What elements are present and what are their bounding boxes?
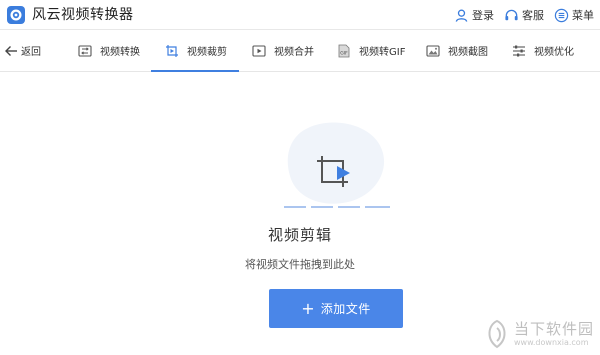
tab-video-crop[interactable]: 视频裁剪: [151, 30, 239, 72]
watermark-logo-icon: [488, 319, 506, 349]
dropzone-title: 视频剪辑: [267, 226, 332, 244]
app-title: 风云视频转换器: [32, 7, 134, 23]
add-file-button[interactable]: + 添加文件: [269, 289, 403, 328]
video-merge-icon: [252, 44, 266, 57]
tab-label: 视频转换: [100, 47, 140, 58]
tab-label: 视频转GIF: [359, 47, 406, 58]
tab-label: 视频优化: [534, 47, 574, 58]
app-logo-icon: [7, 6, 25, 24]
nav-toolbar: 返回 视频转换 视频裁剪 视频合并 GIF 视频转GIF 视频截图 视频优化: [0, 30, 600, 72]
add-file-label: 添加文件: [320, 302, 371, 316]
crop-illustration-icon: [284, 122, 390, 208]
tab-label: 视频合并: [274, 47, 314, 58]
tab-video-screenshot[interactable]: 视频截图: [426, 30, 488, 71]
back-label: 返回: [21, 47, 41, 58]
tab-video-convert[interactable]: 视频转换: [78, 30, 140, 71]
video-crop-icon: [166, 44, 178, 57]
gif-icon: GIF: [338, 44, 350, 57]
svg-text:GIF: GIF: [340, 50, 348, 56]
tab-label: 视频裁剪: [187, 47, 227, 58]
menu-button[interactable]: 菜单: [554, 8, 594, 23]
watermark-text: 当下软件园: [513, 320, 594, 338]
tab-video-merge[interactable]: 视频合并: [252, 30, 314, 71]
watermark-url: www.downxia.com: [513, 338, 589, 347]
titlebar-actions: 登录 客服 菜单: [444, 6, 594, 24]
menu-icon: [554, 8, 569, 22]
arrow-left-icon: [5, 45, 17, 56]
tab-video-optimize[interactable]: 视频优化: [512, 30, 574, 71]
plus-icon: +: [301, 298, 315, 318]
tab-label: 视频截图: [448, 47, 488, 58]
login-label: 登录: [472, 8, 494, 22]
dropzone-hint: 将视频文件拖拽到此处: [245, 258, 355, 271]
title-bar: 风云视频转换器 登录 客服 菜单: [0, 0, 600, 30]
headset-icon: [505, 9, 518, 20]
menu-label: 菜单: [572, 8, 594, 22]
back-button[interactable]: 返回: [4, 43, 41, 58]
user-icon: [455, 8, 468, 22]
service-label: 客服: [522, 8, 544, 22]
login-button[interactable]: 登录: [454, 8, 494, 23]
screenshot-icon: [426, 44, 440, 57]
service-button[interactable]: 客服: [504, 8, 544, 23]
watermark: 当下软件园 www.downxia.com: [484, 319, 594, 349]
optimize-icon: [513, 45, 525, 56]
video-convert-icon: [78, 44, 92, 57]
tab-video-to-gif[interactable]: GIF 视频转GIF: [337, 30, 405, 71]
